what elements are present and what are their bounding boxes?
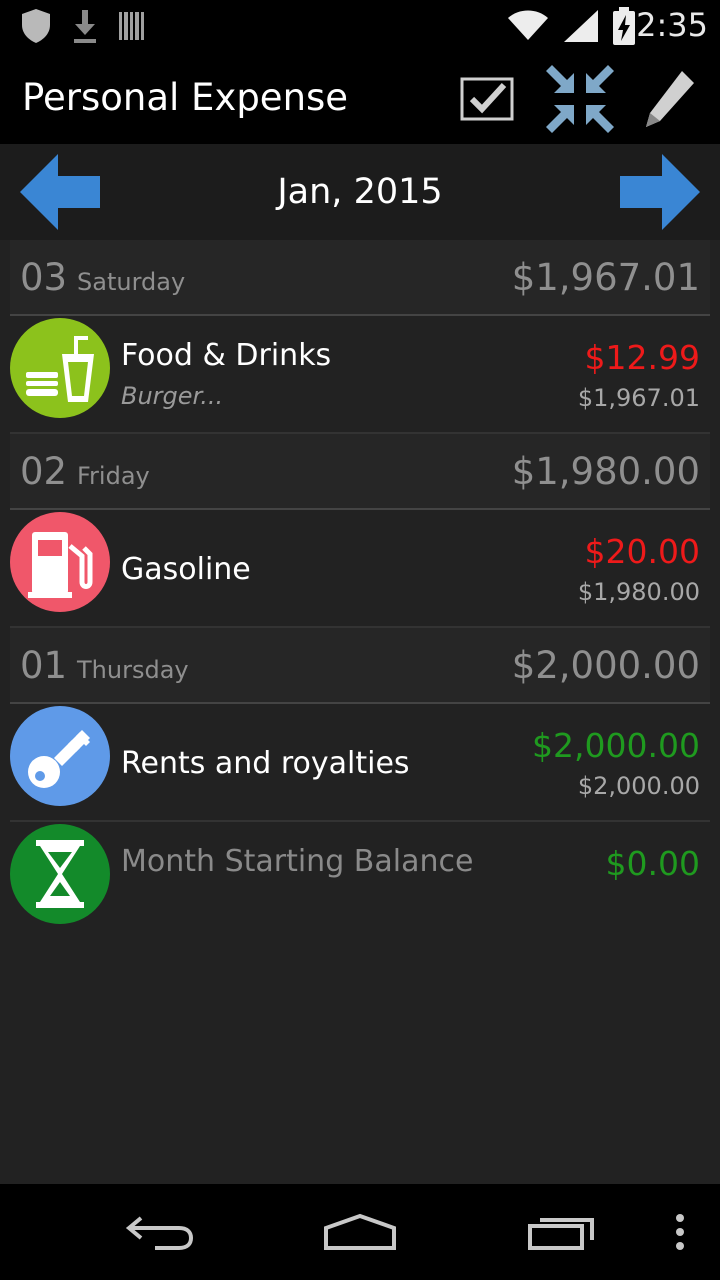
action-bar: Personal Expense bbox=[0, 54, 720, 144]
collapse-button[interactable] bbox=[538, 54, 622, 144]
day-total: $2,000.00 bbox=[511, 644, 700, 687]
entry-amount: $20.00 bbox=[584, 532, 700, 571]
checkbox-icon bbox=[460, 77, 514, 121]
overflow-icon bbox=[676, 1214, 684, 1250]
day-weekday: Saturday bbox=[77, 268, 186, 296]
battery-charging-icon bbox=[613, 7, 635, 45]
recents-button[interactable] bbox=[502, 1202, 622, 1262]
edit-button[interactable] bbox=[628, 54, 712, 144]
list-item[interactable]: Food & Drinks Burger... $12.99 $1,967.01 bbox=[10, 316, 710, 434]
list-item[interactable]: Rents and royalties $2,000.00 $2,000.00 bbox=[10, 704, 710, 822]
back-button[interactable] bbox=[100, 1202, 220, 1262]
day-number: 01 bbox=[20, 644, 68, 687]
list-item[interactable]: Gasoline $20.00 $1,980.00 bbox=[10, 510, 710, 628]
day-total: $1,967.01 bbox=[511, 256, 700, 299]
entry-balance: $2,000.00 bbox=[577, 772, 700, 800]
day-number: 03 bbox=[20, 256, 68, 299]
select-button[interactable] bbox=[446, 54, 530, 144]
download-icon bbox=[74, 10, 96, 43]
day-weekday: Friday bbox=[77, 462, 150, 490]
day-header: 01 Thursday $2,000.00 bbox=[10, 628, 710, 704]
entry-amount: $2,000.00 bbox=[532, 726, 700, 765]
home-icon bbox=[324, 1213, 396, 1250]
entry-category: Gasoline bbox=[121, 552, 251, 587]
key-icon bbox=[10, 706, 110, 806]
day-number: 02 bbox=[20, 450, 68, 493]
day-header: 03 Saturday $1,967.01 bbox=[10, 240, 710, 316]
recents-icon bbox=[528, 1218, 594, 1250]
entry-amount: $12.99 bbox=[584, 338, 700, 377]
shield-icon bbox=[22, 9, 50, 43]
barcode-icon bbox=[119, 12, 144, 40]
entry-category: Food & Drinks bbox=[121, 338, 332, 373]
system-nav-bar bbox=[0, 1184, 720, 1280]
wifi-icon bbox=[508, 10, 548, 40]
entry-balance: $1,967.01 bbox=[577, 384, 700, 412]
entry-category: Rents and royalties bbox=[121, 746, 410, 781]
transaction-list: 03 Saturday $1,967.01 Food & Drinks Burg… bbox=[0, 240, 720, 938]
home-button[interactable] bbox=[300, 1202, 420, 1262]
back-icon bbox=[125, 1216, 194, 1250]
status-bar: 2:35 bbox=[0, 0, 720, 54]
signal-icon bbox=[564, 10, 598, 42]
collapse-icon bbox=[546, 65, 614, 133]
month-label: Jan, 2015 bbox=[277, 172, 443, 212]
day-header: 02 Friday $1,980.00 bbox=[10, 434, 710, 510]
app-title: Personal Expense bbox=[22, 76, 349, 119]
day-total: $1,980.00 bbox=[511, 450, 700, 493]
starting-balance-label: Month Starting Balance bbox=[121, 844, 474, 879]
arrow-right-icon[interactable] bbox=[618, 152, 702, 232]
starting-balance-row[interactable]: Month Starting Balance $0.00 bbox=[10, 822, 710, 938]
pencil-icon bbox=[646, 71, 694, 127]
status-time: 2:35 bbox=[636, 6, 708, 44]
entry-balance: $1,980.00 bbox=[577, 578, 700, 606]
food-drinks-icon bbox=[10, 318, 110, 418]
overflow-menu-button[interactable] bbox=[640, 1202, 720, 1262]
hourglass-icon bbox=[10, 824, 110, 924]
day-weekday: Thursday bbox=[77, 656, 189, 684]
entry-note: Burger... bbox=[121, 382, 224, 410]
gas-pump-icon bbox=[10, 512, 110, 612]
starting-balance-amount: $0.00 bbox=[605, 844, 700, 883]
month-navigation: Jan, 2015 bbox=[0, 144, 720, 240]
